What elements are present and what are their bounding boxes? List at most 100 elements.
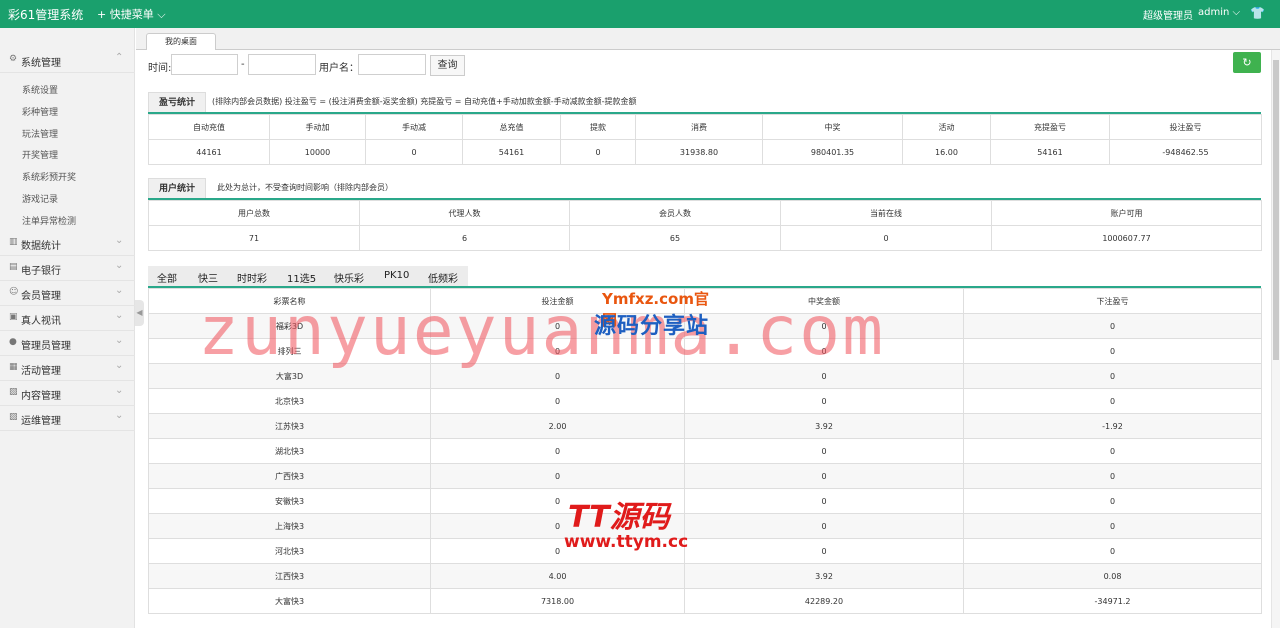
tab-strip: 我的桌面 bbox=[136, 28, 1280, 50]
query-button[interactable]: 查询 bbox=[430, 55, 465, 76]
sidebar-group-label: 运维管理 bbox=[21, 416, 61, 427]
chevron-down-icon: ⌄ bbox=[115, 385, 124, 396]
sidebar-item-lottery-types[interactable]: 彩种管理 bbox=[22, 105, 58, 118]
admin-icon: ● bbox=[9, 337, 17, 347]
sidebar-group-ops[interactable]: ▨ 运维管理 ⌄ bbox=[0, 406, 135, 431]
sidebar-item-bet-anomaly[interactable]: 注单异常检测 bbox=[22, 214, 76, 227]
users-value-row: 71 6 65 0 1000607.77 bbox=[148, 225, 1262, 251]
sidebar-group-label: 电子银行 bbox=[21, 266, 61, 277]
col-header: 自动充值 bbox=[148, 114, 270, 140]
user-role: 超级管理员 bbox=[1143, 11, 1193, 22]
users-header-row: 用户总数 代理人数 会员人数 当前在线 账户可用 bbox=[148, 200, 1262, 226]
sidebar-group-label: 系统管理 bbox=[21, 58, 61, 69]
end-time-input[interactable] bbox=[248, 54, 316, 75]
tab-low-frequency[interactable]: 低频彩 bbox=[428, 270, 458, 285]
table-cell: 河北快3 bbox=[148, 538, 431, 564]
sidebar-group-statistics[interactable]: ▥ 数据统计 ⌄ bbox=[0, 231, 135, 256]
table-cell: 6 bbox=[359, 225, 570, 251]
start-time-input[interactable] bbox=[171, 54, 238, 75]
table-row: 大富快3 7318.00 42289.20 -34971.2 bbox=[148, 588, 1262, 614]
scrollbar-thumb[interactable] bbox=[1273, 60, 1279, 360]
table-cell: 0 bbox=[684, 463, 964, 489]
time-label: 时间: bbox=[148, 63, 172, 74]
table-cell: -1.92 bbox=[963, 413, 1262, 439]
col-header: 活动 bbox=[902, 114, 991, 140]
chevron-down-icon: ⌄ bbox=[115, 235, 124, 246]
tab-all[interactable]: 全部 bbox=[157, 270, 177, 285]
table-cell: 0 bbox=[684, 438, 964, 464]
watermark-logo-bottom: 源码分享站 bbox=[594, 314, 710, 339]
users-table: 用户总数 代理人数 会员人数 当前在线 账户可用 71 6 65 0 10006… bbox=[148, 200, 1262, 251]
table-cell: 71 bbox=[148, 225, 360, 251]
refresh-button[interactable]: ↻ bbox=[1233, 52, 1261, 73]
table-cell: 0 bbox=[963, 363, 1262, 389]
col-header: 充提盈亏 bbox=[990, 114, 1110, 140]
username: admin bbox=[1198, 7, 1230, 18]
col-header: 会员人数 bbox=[569, 200, 781, 226]
table-cell: 1000607.77 bbox=[991, 225, 1262, 251]
tab-shishicai[interactable]: 时时彩 bbox=[237, 270, 267, 285]
table-cell: 0 bbox=[780, 225, 992, 251]
sidebar-group-bank[interactable]: ▤ 电子银行 ⌄ bbox=[0, 256, 135, 281]
top-navbar: 彩61管理系统 + 快捷菜单 ⌵ 超级管理员 admin ⌵ 👕 bbox=[0, 0, 1280, 28]
refresh-icon: ↻ bbox=[1242, 56, 1252, 69]
tab-pk10[interactable]: PK10 bbox=[384, 270, 409, 281]
chevron-down-icon: ⌄ bbox=[115, 410, 124, 421]
quick-menu-label: 快捷菜单 bbox=[109, 8, 154, 21]
col-header: 总充值 bbox=[462, 114, 561, 140]
table-row: 江西快3 4.00 3.92 0.08 bbox=[148, 563, 1262, 589]
user-menu[interactable]: admin ⌵ bbox=[1198, 7, 1240, 18]
sidebar-item-draw-management[interactable]: 开奖管理 bbox=[22, 148, 58, 161]
table-cell: 0 bbox=[430, 438, 685, 464]
sidebar-item-game-records[interactable]: 游戏记录 bbox=[22, 192, 58, 205]
sidebar-collapse-handle[interactable]: ◀ bbox=[135, 300, 144, 326]
sidebar-group-label: 会员管理 bbox=[21, 291, 61, 302]
plus-icon: + bbox=[97, 8, 110, 21]
table-cell: 0.08 bbox=[963, 563, 1262, 589]
table-cell: 0 bbox=[430, 388, 685, 414]
watermark-logo-bottom: www.ttym.cc bbox=[564, 532, 689, 552]
sidebar-group-admins[interactable]: ● 管理员管理 ⌄ bbox=[0, 331, 135, 356]
tab-my-desktop[interactable]: 我的桌面 bbox=[146, 33, 216, 50]
table-row: 广西快3 0 0 0 bbox=[148, 463, 1262, 489]
table-cell: 10000 bbox=[269, 139, 366, 165]
col-header: 手动减 bbox=[365, 114, 463, 140]
table-cell: 0 bbox=[963, 513, 1262, 539]
profit-section-note: (排除内部会员数据) 投注盈亏 = (投注消费金额-返奖金额) 充提盈亏 = 自… bbox=[212, 97, 637, 106]
sidebar-group-label: 活动管理 bbox=[21, 366, 61, 377]
table-cell: -34971.2 bbox=[963, 588, 1262, 614]
table-cell: 65 bbox=[569, 225, 781, 251]
col-header: 用户总数 bbox=[148, 200, 360, 226]
col-header: 代理人数 bbox=[359, 200, 570, 226]
ops-icon: ▨ bbox=[9, 412, 18, 422]
bank-icon: ▤ bbox=[9, 262, 18, 272]
sidebar: ⚙ 系统管理 ⌃ 系统设置 彩种管理 玩法管理 开奖管理 系统彩预开奖 游戏记录… bbox=[0, 28, 135, 628]
table-cell: 44161 bbox=[148, 139, 270, 165]
sidebar-group-activities[interactable]: ▦ 活动管理 ⌄ bbox=[0, 356, 135, 381]
table-cell: 大富快3 bbox=[148, 588, 431, 614]
col-header: 中奖 bbox=[762, 114, 903, 140]
sidebar-group-members[interactable]: ☺ 会员管理 ⌄ bbox=[0, 281, 135, 306]
sidebar-group-live-video[interactable]: ▣ 真人视讯 ⌄ bbox=[0, 306, 135, 331]
chevron-up-icon: ⌃ bbox=[115, 52, 124, 63]
sidebar-group-content[interactable]: ▧ 内容管理 ⌄ bbox=[0, 381, 135, 406]
range-separator: - bbox=[241, 59, 245, 70]
app-title: 彩61管理系统 bbox=[8, 8, 84, 22]
tab-kuaile[interactable]: 快乐彩 bbox=[334, 270, 364, 285]
sidebar-item-pre-draw[interactable]: 系统彩预开奖 bbox=[22, 170, 76, 183]
col-header: 当前在线 bbox=[780, 200, 992, 226]
tab-kuai3[interactable]: 快三 bbox=[198, 270, 218, 285]
table-cell: 4.00 bbox=[430, 563, 685, 589]
lottery-category-tabs: 全部 快三 时时彩 11选5 快乐彩 PK10 低频彩 bbox=[148, 266, 468, 286]
quick-menu-button[interactable]: + 快捷菜单 ⌵ bbox=[97, 6, 166, 22]
sidebar-item-play-rules[interactable]: 玩法管理 bbox=[22, 127, 58, 140]
tab-11x5[interactable]: 11选5 bbox=[287, 270, 316, 285]
sidebar-group-label: 数据统计 bbox=[21, 241, 61, 252]
vertical-scrollbar[interactable] bbox=[1271, 50, 1280, 628]
sidebar-group-system[interactable]: ⚙ 系统管理 ⌃ bbox=[0, 48, 135, 73]
theme-skin-icon[interactable]: 👕 bbox=[1250, 6, 1265, 20]
username-input[interactable] bbox=[358, 54, 426, 75]
table-cell: 7318.00 bbox=[430, 588, 685, 614]
sidebar-item-system-settings[interactable]: 系统设置 bbox=[22, 83, 58, 96]
col-header: 消费 bbox=[635, 114, 763, 140]
